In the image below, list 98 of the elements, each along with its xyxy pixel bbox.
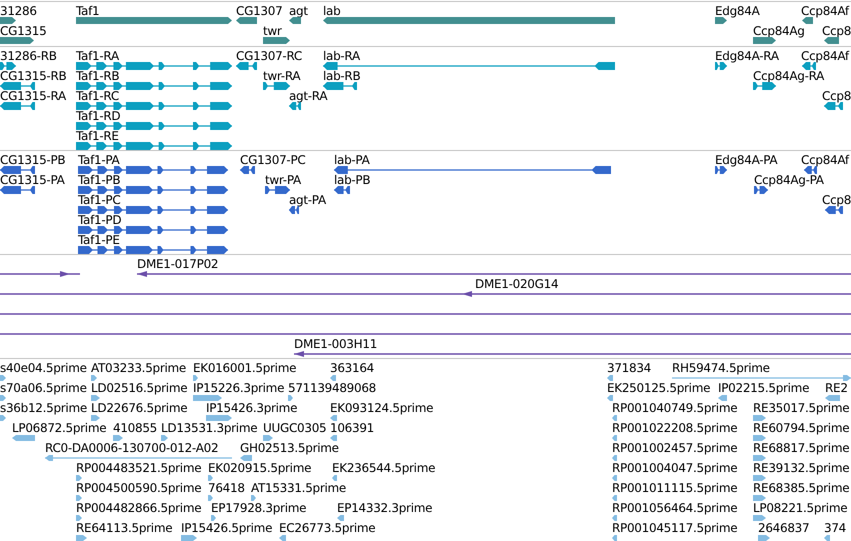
feature-label: EK236544.5prime [332,461,436,475]
feature-label: 371834 [607,361,652,375]
feature-label: CG1315-RB [0,69,66,83]
feature-label: Taf1-RE [76,129,119,143]
feature-label: CG1307-PC [240,153,306,167]
feature-label: AT15331.5prime [251,481,346,495]
feature-label: 363164 [330,361,374,375]
feature-label: Taf1-PE [78,233,120,247]
feature-label: RP001011115.5prime [612,481,738,495]
feature-label: UUGC0305 [263,421,326,435]
feature-label: RE60794.5prime [753,421,850,435]
feature-label: LP06872.5prime [12,421,106,435]
feature-label: 76418 [208,481,245,495]
feature-label: EK020915.5prime [208,461,312,475]
feature-label: agt-RA [289,89,328,103]
feature-label: RP001004047.5prime [612,461,738,475]
feature-label: s40e04.5prime [0,361,87,375]
feature-label: RE39132.5prime [753,461,850,475]
feature-label: RE35017.5prime [753,401,850,415]
feature-label: lab [323,4,340,18]
feature-label: IP15426.5prime [181,521,272,535]
feature-label: Ccp84Af [801,153,849,167]
feature-label: EK250125.5prime [607,381,710,395]
feature-label: RH59474.5prime [672,361,770,375]
feature-label: IP15426.3prime [206,401,298,415]
feature-label: 571139489068 [288,381,376,395]
feature-label: CG1315-PB [0,153,66,167]
feature-label: 31286-RB [0,49,57,63]
feature-label: Ccp8 [822,24,851,38]
feature-label: EK016001.5prime [193,361,296,375]
feature-label: LD13531.3prime [161,421,258,435]
feature-label: Taf1-RB [76,69,120,83]
feature-label: Edg84A [715,4,760,18]
feature-label: Taf1-PB [78,173,120,187]
feature-label: Ccp84Ag-RA [753,69,824,83]
feature-label: DME1-017P02 [137,257,218,271]
feature-label: twr-RA [263,69,300,83]
feature-label: RE2 [825,381,848,395]
feature-label: s36b12.5prime [0,401,87,415]
feature-label: DME1-020G14 [475,277,558,291]
feature-label: Taf1-RC [76,89,119,103]
feature-label: EP17928.3prime [211,501,306,515]
feature-label: Taf1-PD [78,213,122,227]
feature-label: lab-RB [323,69,360,83]
feature-label: LD22676.5prime [91,401,188,415]
feature-label: GH02513.5prime [240,441,339,455]
feature-label: DME1-003H11 [294,337,378,351]
feature-label: lab-RA [323,49,360,63]
feature-label: lab-PA [334,153,370,167]
feature-label: LP08221.5prime [753,501,848,515]
feature-label: Ccp8 [822,193,851,207]
feature-label: CG1307-RC [236,49,302,63]
feature-label: EK093124.5prime [330,401,434,415]
feature-label: CG1315 [0,24,46,38]
feature-label: Ccp84Af [801,4,849,18]
feature-label: EC26773.5prime [279,521,376,535]
feature-label: 374 [824,521,846,535]
feature-label: 31286 [0,4,37,18]
feature-label: RE64113.5prime [76,521,172,535]
feature-label: EP14332.3prime [337,501,432,515]
feature-label: Taf1 [76,4,100,18]
feature-label: Ccp8 [822,89,851,103]
feature-label: AT03233.5prime [91,361,186,375]
feature-label: Taf1-RD [76,109,120,123]
feature-label: Taf1-RA [76,49,119,63]
feature-label: IP15226.3prime [193,381,284,395]
feature-label: Edg84A-RA [715,49,779,63]
feature-label: lab-PB [334,173,370,187]
feature-label: RP001045117.5prime [612,521,738,535]
feature-label: RP001022208.5prime [612,421,738,435]
feature-label: CG1315-PA [0,173,65,187]
feature-label: RP001056464.5prime [612,501,738,515]
feature-label: RP001002457.5prime [612,441,738,455]
feature-label: RP001040749.5prime [612,401,738,415]
feature-label: 106391 [330,421,374,435]
feature-label: Edg84A-PA [715,153,778,167]
feature-label: Ccp84Ag [753,24,805,38]
feature-label: 2646837 [758,521,810,535]
feature-label: RE68385.5prime [753,481,850,495]
feature-label: s70a06.5prime [0,381,87,395]
feature-label: LD02516.5prime [91,381,188,395]
feature-label: twr-PA [265,173,301,187]
feature-label: RP004482866.5prime [76,501,202,515]
feature-label: RP004500590.5prime [76,481,202,495]
feature-label: RP004483521.5prime [76,461,202,475]
feature-label: IP02215.5prime [718,381,810,395]
feature-label: Ccp84Ag-PA [754,173,824,187]
feature-label: CG1307 [236,4,282,18]
feature-label: CG1315-RA [0,89,66,103]
feature-label: agt [289,4,308,18]
feature-label: Taf1-PC [78,193,120,207]
feature-label: agt-PA [289,193,326,207]
feature-label: RC0-DA0006-130700-012-A02 [45,441,218,455]
feature-label: Ccp84Af [801,49,849,63]
feature-label: twr [263,24,282,38]
feature-label: Taf1-PA [78,153,120,167]
feature-label: 410855 [113,421,158,435]
feature-label: RE68817.5prime [753,441,850,455]
